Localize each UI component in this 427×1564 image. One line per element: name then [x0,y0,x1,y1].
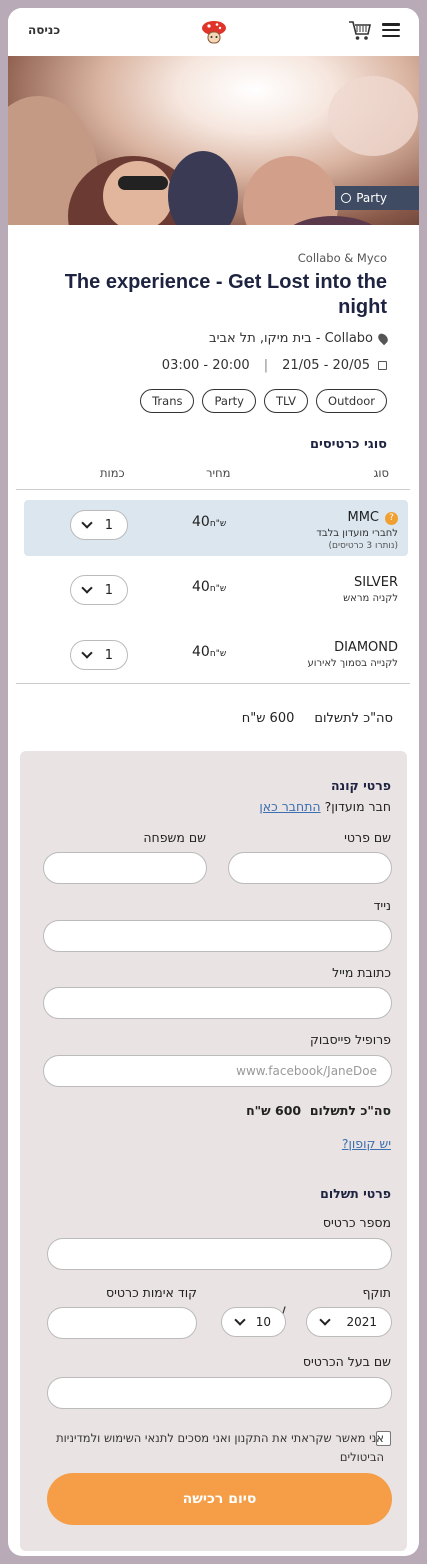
tag-chip[interactable]: Party [202,389,256,413]
location-pin-icon [376,331,390,346]
login-link[interactable]: כניסה [28,23,60,37]
card-number-field[interactable] [47,1238,392,1270]
card-number-label: מספר כרטיס [322,1215,391,1230]
price-value: 40 [192,579,210,595]
email-label: כתובת מייל [332,965,391,980]
cvv-label: קוד אימות כרטיס [106,1285,197,1300]
total-label: סה"כ לתשלום [314,711,393,726]
ticket-subtitle: לחברי מועדון בלבד [316,528,398,539]
ticket-price: ש"ח40 [192,644,229,660]
ticket-note: (נותרו 3 כרטיסים) [328,541,399,551]
ticket-name: SILVER [353,575,398,590]
chevron-down-icon [81,647,93,659]
email-field[interactable] [43,987,392,1019]
total-value: 600 ש"ח [246,1103,302,1118]
dates-text: 20/05 - 21/05 [282,358,370,373]
help-icon[interactable]: ? [385,512,398,525]
chevron-down-icon [319,1314,331,1326]
member-login-link[interactable]: התחבר כאן [259,799,320,814]
ticket-row-silver[interactable]: SILVER לקניה מראש ש"ח40 1 [24,565,408,621]
organizer: Collabo & Myco [297,251,387,265]
member-question: חבר מועדון? [324,799,391,814]
hamburger-menu-icon[interactable] [382,23,400,38]
cart-icon[interactable] [348,20,372,42]
expiry-year-value: 2021 [346,1315,377,1329]
currency: ש"ח [209,519,227,529]
buyer-section-title: פרטי קונה [330,778,391,793]
terms-text: אני מאשר שקראתי את התקנון ואני מסכים לתנ… [56,1431,384,1464]
coupon-link[interactable]: יש קופון? [342,1136,391,1151]
ticket-subtitle: לקנייה בסמוך לאירוע [307,658,398,669]
event-datetime: 20/05 - 21/05 | 20:00 - 03:00 [162,358,387,373]
top-bar: כניסה [8,8,419,56]
quantity-select[interactable]: 1 [70,640,128,670]
payment-section-title: פרטי תשלום [320,1186,391,1201]
ticket-name: ? MMC [347,510,398,525]
quantity-select[interactable]: 1 [70,510,128,540]
col-header-price: מחיר [206,466,231,480]
event-title: The experience - Get Lost into the night [64,271,387,318]
tickets-section-title: סוגי כרטיסים [309,437,387,452]
event-dates: 20/05 - 21/05 [282,358,387,373]
member-line: חבר מועדון? התחבר כאן [259,799,391,814]
ticket-price: ש"ח40 [192,579,229,595]
quantity-value: 1 [104,647,113,663]
quantity-value: 1 [104,517,113,533]
col-header-type: סוג [373,466,389,480]
event-location: Collabo - בית מיקו, תל אביב [209,331,390,346]
category-label: Party [356,191,387,205]
mobile-label: נייד [373,898,391,913]
expiry-month-select[interactable]: 10 [221,1307,286,1337]
first-name-label: שם פרטי [344,830,391,845]
ticket-row-mmc[interactable]: ? MMC לחברי מועדון בלבד (נותרו 3 כרטיסים)… [24,500,408,556]
currency: ש"ח [209,649,227,659]
calendar-icon [378,361,387,370]
facebook-label: פרופיל פייסבוק [310,1032,391,1047]
first-name-field[interactable] [228,852,392,884]
party-icon [341,193,351,203]
quantity-select[interactable]: 1 [70,575,128,605]
col-header-qty: כמות [100,466,125,480]
card-holder-field[interactable] [47,1377,392,1409]
expiry-label: תוקף [362,1285,392,1300]
app-frame: כניסה Party Collabo & Myco The experienc… [8,8,419,1556]
mushroom-logo-icon[interactable] [200,18,228,46]
mobile-field[interactable] [43,920,392,952]
price-value: 40 [192,644,210,660]
ticket-name-text: MMC [347,510,379,525]
ticket-price: ש"ח40 [192,514,229,530]
quantity-value: 1 [104,582,113,598]
facebook-field[interactable] [43,1055,392,1087]
divider [16,683,410,684]
chevron-down-icon [81,582,93,594]
location-text: Collabo - בית מיקו, תל אביב [209,331,373,346]
tag-list: Outdoor TLV Party Trans [140,389,387,413]
buyer-total: סה"כ לתשלום 600 ש"ח [246,1103,391,1118]
cvv-field[interactable] [47,1307,197,1339]
divider [16,489,410,490]
ticket-subtitle: לקניה מראש [343,593,398,604]
category-badge: Party [335,186,419,210]
tickets-total: סה"כ לתשלום 600 ש"ח [242,711,393,726]
holder-label: שם בעל הכרטיס [302,1354,391,1369]
chevron-down-icon [81,517,93,529]
expiry-month-value: 10 [255,1315,271,1329]
tag-chip[interactable]: Outdoor [316,389,387,413]
last-name-label: שם משפחה [143,830,206,845]
complete-purchase-button[interactable]: סיום רכישה [47,1473,392,1525]
event-times: 20:00 - 03:00 [161,358,250,373]
tag-chip[interactable]: TLV [264,389,309,413]
total-value: 600 ש"ח [241,711,295,726]
chevron-down-icon [234,1314,246,1326]
ticket-row-diamond[interactable]: DIAMOND לקנייה בסמוך לאירוע ש"ח40 1 [24,630,408,686]
tag-chip[interactable]: Trans [140,389,195,413]
expiry-year-select[interactable]: 2021 [306,1307,392,1337]
datetime-divider: | [263,358,269,373]
price-value: 40 [192,514,210,530]
total-label: סה"כ לתשלום [309,1103,391,1118]
currency: ש"ח [209,584,227,594]
last-name-field[interactable] [43,852,207,884]
ticket-name: DIAMOND [334,640,398,655]
